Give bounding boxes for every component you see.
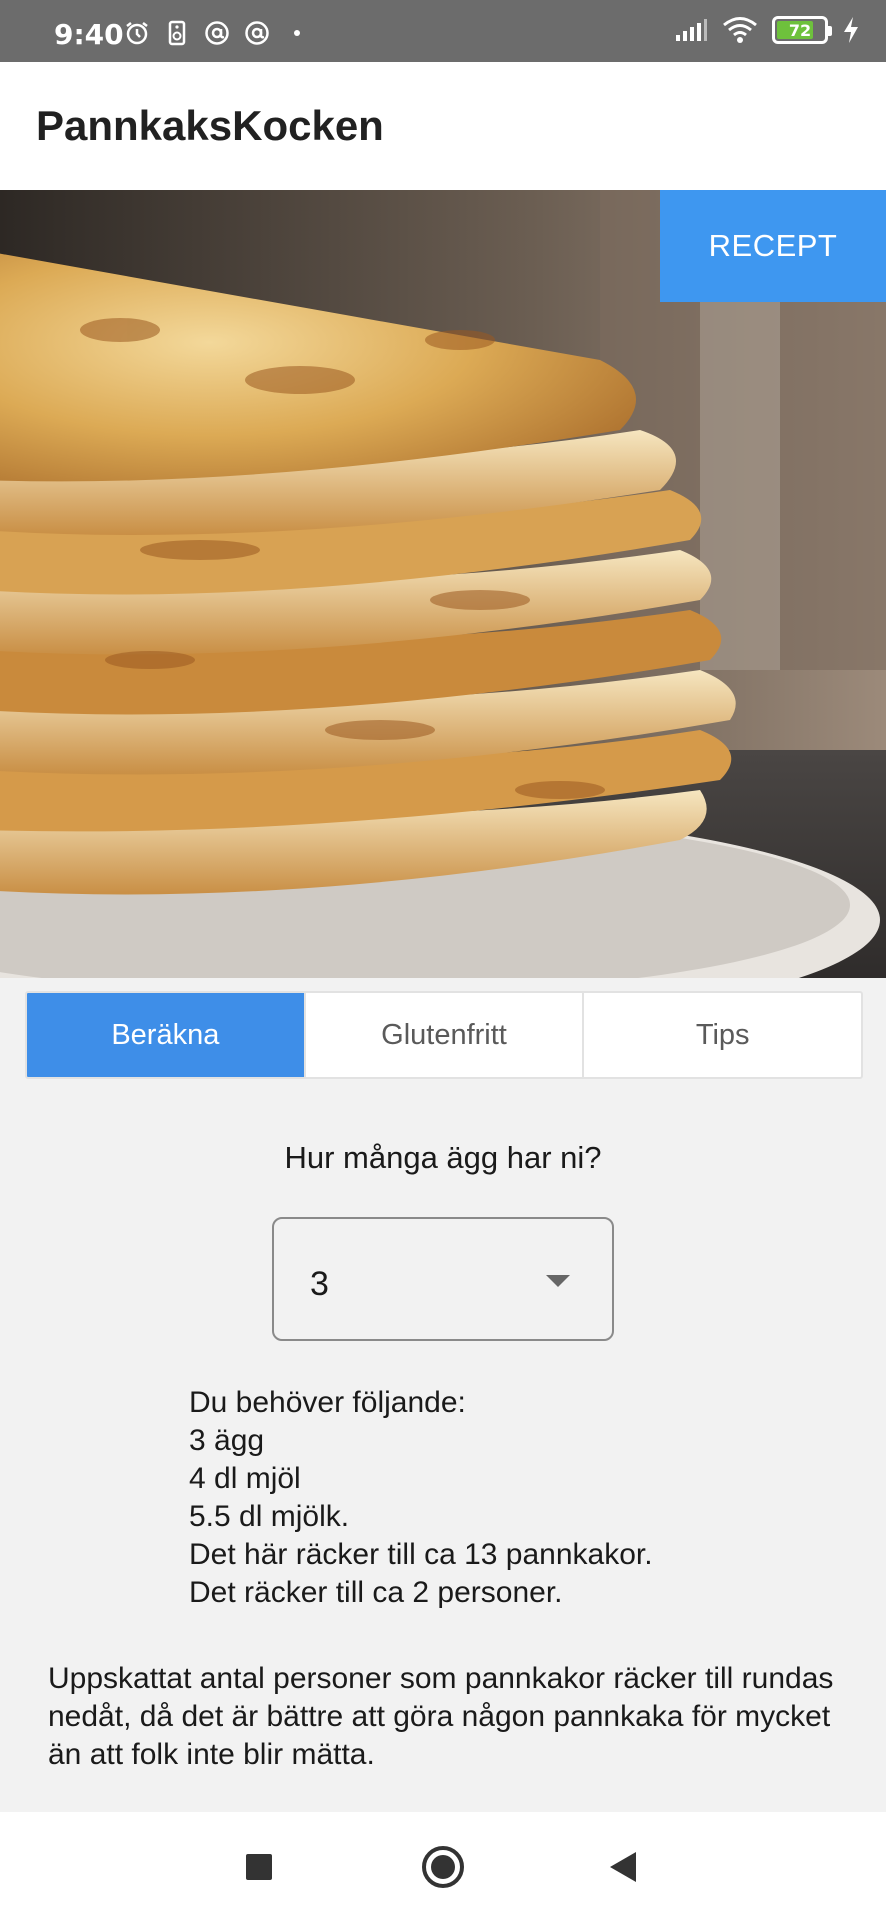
- pancake-image: [0, 190, 886, 978]
- result-line: Du behöver följande:: [189, 1386, 466, 1419]
- battery-level: 72: [788, 20, 812, 40]
- at-sign-icon: [245, 21, 269, 45]
- tab-bar: Beräkna Glutenfritt Tips: [25, 991, 863, 1079]
- app-title: PannkaksKocken: [36, 102, 384, 149]
- status-time: 9:40: [54, 18, 124, 51]
- speaker-icon: [168, 20, 186, 46]
- dot-icon: [294, 30, 300, 36]
- system-nav-bar: [0, 1812, 886, 1920]
- egg-count-dropdown[interactable]: 3: [272, 1217, 614, 1341]
- tab-tips[interactable]: Tips: [584, 993, 861, 1077]
- at-sign-icon: [205, 21, 229, 45]
- battery-icon: 72: [772, 16, 832, 44]
- result-line: 4 dl mjöl: [189, 1462, 301, 1495]
- pancake-stack-photo: [0, 190, 886, 978]
- signal-icon: [676, 19, 707, 41]
- result-text: Du behöver följande: 3 ägg 4 dl mjöl 5.5…: [189, 1384, 653, 1612]
- recents-button[interactable]: [246, 1854, 272, 1880]
- recept-button[interactable]: RECEPT: [660, 190, 886, 302]
- dropdown-arrow-icon: [546, 1275, 570, 1287]
- estimate-note: Uppskattat antal personer som pannkakor …: [48, 1662, 834, 1771]
- home-button[interactable]: [422, 1846, 464, 1888]
- alarm-icon: [126, 22, 148, 45]
- result-line: Det här räcker till ca 13 pannkakor.: [189, 1538, 653, 1571]
- result-line: Det räcker till ca 2 personer.: [189, 1576, 563, 1609]
- status-bar: 9:40 72: [0, 0, 886, 62]
- tab-glutenfritt[interactable]: Glutenfritt: [306, 993, 585, 1077]
- charging-icon: [844, 17, 858, 43]
- app-bar: PannkaksKocken: [0, 62, 886, 190]
- result-line: 3 ägg: [189, 1424, 265, 1457]
- wifi-icon: [723, 17, 757, 43]
- back-button[interactable]: [610, 1852, 636, 1882]
- result-line: 5.5 dl mjölk.: [189, 1500, 350, 1533]
- tab-berakna[interactable]: Beräkna: [27, 993, 306, 1077]
- egg-count-value: 3: [310, 1265, 329, 1303]
- egg-question: Hur många ägg har ni?: [284, 1140, 602, 1175]
